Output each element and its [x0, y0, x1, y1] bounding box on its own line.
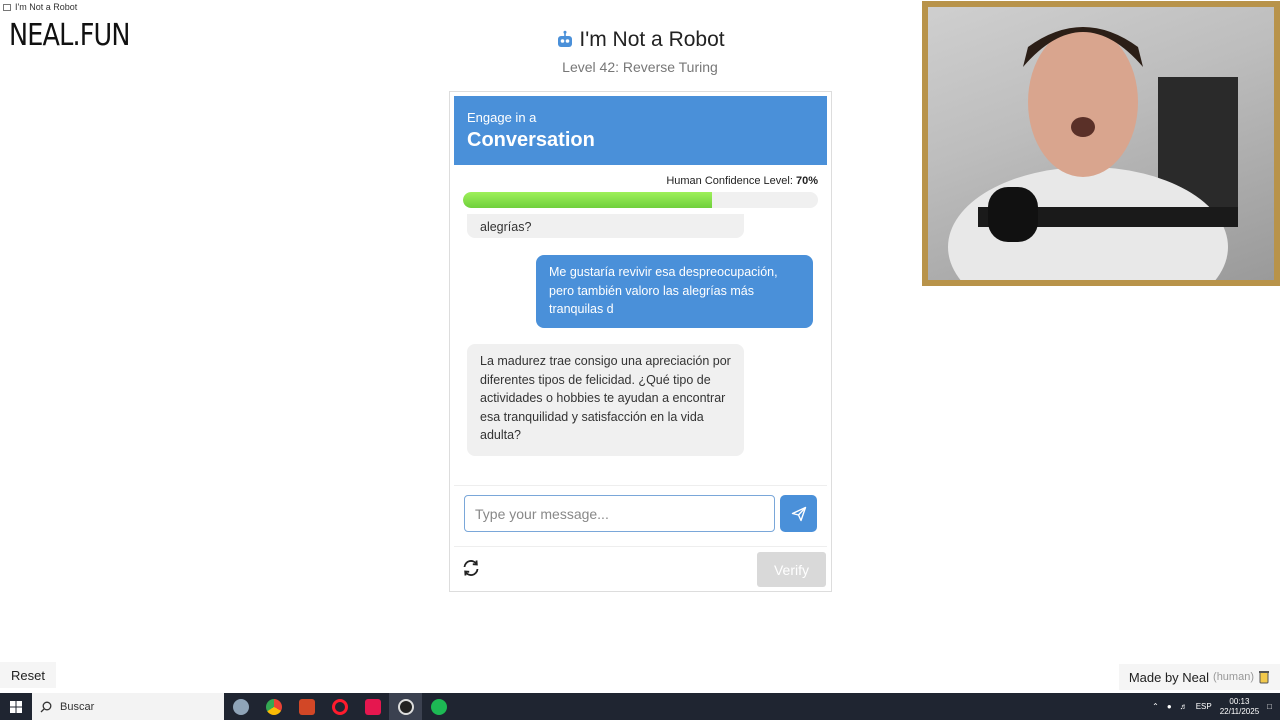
verify-button[interactable]: Verify	[757, 552, 826, 587]
confidence-label: Human Confidence Level: 70%	[666, 175, 818, 187]
confidence-bar	[463, 192, 818, 208]
made-by-text: Made by Neal	[1128, 669, 1210, 685]
banner-small-text: Engage in a	[467, 110, 537, 125]
made-by-credit[interactable]: Made by Neal (human)	[1118, 664, 1280, 690]
taskbar-search-placeholder: Buscar	[60, 700, 95, 713]
microphone-icon[interactable]: ●	[1167, 702, 1172, 711]
chat-message-bot: alegrías?	[467, 214, 744, 238]
notification-icon[interactable]: □	[1267, 702, 1272, 711]
spotify-icon	[430, 698, 447, 715]
window-icon	[3, 3, 11, 11]
language-indicator[interactable]: ESP	[1196, 702, 1212, 711]
webcam-feed	[928, 7, 1274, 280]
send-icon	[791, 506, 806, 521]
os-taskbar: Buscar ⌃ ● ♬ ESP 00:13 22/11/2025 □	[0, 693, 1280, 720]
refresh-icon	[463, 560, 479, 576]
window-title: I'm Not a Robot	[15, 2, 78, 12]
page-title: I'm Not a Robot	[579, 28, 725, 51]
taskbar-app-opera[interactable]	[323, 693, 356, 720]
message-input[interactable]	[464, 495, 775, 532]
taskbar-search[interactable]: Buscar	[32, 693, 224, 720]
clock-time: 00:13	[1229, 696, 1250, 706]
page-title-row: I'm Not a Robot	[449, 28, 831, 52]
page-header: I'm Not a Robot Level 42: Reverse Turing	[449, 28, 831, 75]
refresh-button[interactable]	[460, 557, 482, 579]
taskbar-app-shield[interactable]	[224, 693, 257, 720]
taskbar-app-spotify[interactable]	[422, 693, 455, 720]
chat-message-user: Me gustaría revivir esa despreocupación,…	[536, 255, 813, 328]
chat-log[interactable]: alegrías? Me gustaría revivir esa despre…	[454, 214, 827, 486]
confidence-value: 70%	[795, 175, 818, 187]
opera-icon	[331, 698, 348, 715]
shield-icon	[232, 698, 249, 715]
webcam-person	[948, 27, 1238, 280]
taskbar-app-powerpoint[interactable]	[290, 693, 323, 720]
webcam-overlay	[922, 1, 1280, 286]
level-subtitle: Level 42: Reverse Turing	[562, 59, 718, 75]
taskbar-app-obs[interactable]	[389, 693, 422, 720]
confidence-bar-fill	[463, 192, 712, 208]
reset-button[interactable]: Reset	[0, 662, 56, 688]
tiktok-icon	[364, 698, 381, 715]
send-button[interactable]	[780, 495, 817, 532]
powerpoint-icon	[298, 698, 315, 715]
clock[interactable]: 00:13 22/11/2025	[1220, 697, 1259, 717]
card-divider	[454, 546, 827, 547]
chat-message-bot: La madurez trae consigo una apreciación …	[467, 344, 744, 456]
volume-icon[interactable]: ♬	[1180, 702, 1188, 711]
captcha-card: Engage in a Conversation Human Confidenc…	[449, 91, 832, 592]
site-logo[interactable]: NEAL.FUN	[9, 18, 130, 53]
windows-icon	[10, 700, 22, 713]
confidence-text: Human Confidence Level:	[666, 175, 793, 187]
coffee-icon	[1259, 671, 1269, 684]
made-by-note: (human)	[1213, 671, 1254, 683]
obs-icon	[397, 698, 414, 715]
robot-icon	[558, 30, 573, 47]
system-tray: ⌃ ● ♬ ESP 00:13 22/11/2025 □	[1152, 693, 1280, 720]
clock-date: 22/11/2025	[1219, 706, 1260, 716]
taskbar-app-tiktok[interactable]	[356, 693, 389, 720]
taskbar-app-chrome[interactable]	[257, 693, 290, 720]
chevron-up-icon[interactable]: ⌃	[1152, 702, 1159, 711]
banner-big-text: Conversation	[467, 129, 595, 151]
chrome-icon	[265, 698, 282, 715]
window-title-bar: I'm Not a Robot	[0, 0, 77, 14]
task-banner: Engage in a Conversation	[454, 96, 827, 165]
start-button[interactable]	[0, 693, 32, 720]
search-icon	[40, 701, 52, 712]
